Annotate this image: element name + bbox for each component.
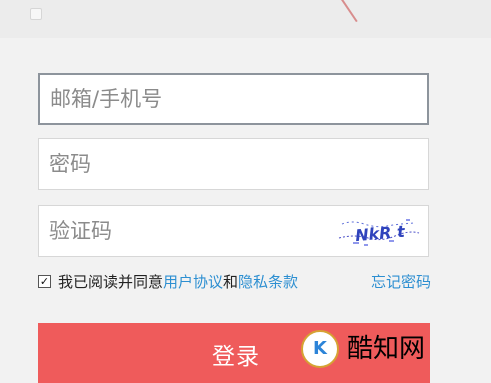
agreement-row: ✓ 我已阅读并同意用户协议和隐私条款 忘记密码 bbox=[38, 272, 431, 294]
top-strip bbox=[0, 0, 491, 38]
watermark: K 酷知网 bbox=[301, 326, 491, 372]
watermark-logo-icon: K bbox=[301, 330, 339, 368]
user-agreement-link[interactable]: 用户协议 bbox=[163, 273, 223, 291]
captcha-field[interactable]: NkR t bbox=[38, 205, 429, 257]
forgot-password-link[interactable]: 忘记密码 bbox=[371, 272, 431, 292]
check-icon: ✓ bbox=[39, 275, 50, 288]
password-field[interactable] bbox=[38, 138, 429, 190]
captcha-image[interactable]: NkR t bbox=[337, 214, 421, 248]
agreement-text: 我已阅读并同意用户协议和隐私条款 bbox=[58, 272, 298, 292]
login-button-label: 登录 bbox=[212, 344, 260, 370]
captcha-image-drawing: NkR t bbox=[337, 214, 421, 248]
privacy-terms-link[interactable]: 隐私条款 bbox=[238, 273, 298, 291]
email-phone-input[interactable] bbox=[50, 75, 417, 123]
agreement-connector: 和 bbox=[223, 273, 239, 291]
diagonal-accent-line bbox=[337, 0, 358, 23]
password-input[interactable] bbox=[49, 139, 418, 189]
agreement-checkbox[interactable]: ✓ bbox=[38, 275, 51, 288]
window-glyph-icon bbox=[30, 8, 42, 20]
email-phone-field[interactable] bbox=[38, 73, 429, 125]
watermark-text: 酷知网 bbox=[347, 334, 426, 364]
agreement-prefix: 我已阅读并同意 bbox=[58, 273, 164, 291]
